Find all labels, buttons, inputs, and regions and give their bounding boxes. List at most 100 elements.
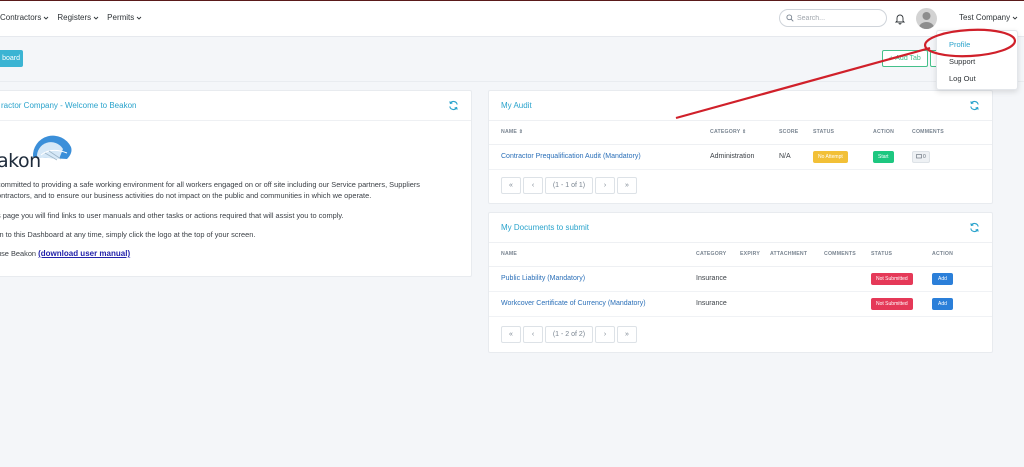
search-icon (786, 14, 794, 22)
doc-action-cell: Add (932, 266, 992, 292)
first-page-button[interactable]: « (501, 177, 521, 194)
status-badge: Not Submitted (871, 272, 913, 285)
search-input[interactable] (797, 14, 877, 22)
col-action: ACTION (932, 243, 992, 267)
add-button[interactable]: Add (932, 272, 953, 285)
doc-attachment (770, 266, 824, 292)
audit-title: My Audit (501, 101, 532, 110)
welcome-title: ractor Company - Welcome to Beakon (1, 101, 137, 110)
table-row: Workcover Certificate of Currency (Manda… (489, 291, 992, 317)
comment-icon (916, 154, 922, 159)
company-name: Test Company (959, 13, 1011, 22)
doc-name-link[interactable]: Public Liability (Mandatory) (489, 266, 696, 292)
chevron-down-icon (1012, 16, 1018, 20)
welcome-card: ractor Company - Welcome to Beakon akon … (0, 90, 472, 277)
next-page-button[interactable]: › (595, 177, 615, 194)
last-page-button[interactable]: » (617, 177, 637, 194)
refresh-icon[interactable] (969, 100, 980, 111)
doc-comments (824, 291, 871, 317)
menu-item-support[interactable]: Support (949, 57, 975, 66)
table-row: Contractor Prequalification Audit (Manda… (489, 144, 992, 170)
audit-category: Administration (710, 144, 779, 170)
doc-expiry (740, 266, 770, 292)
manual-prefix: use Beakon (0, 249, 39, 258)
nav-contractors-label: Contractors (0, 13, 42, 22)
plus-icon: + (889, 55, 894, 62)
chevron-down-icon (93, 16, 99, 20)
doc-category: Insurance (696, 291, 740, 317)
chevron-down-icon (136, 16, 142, 20)
start-button[interactable]: Start (873, 150, 894, 163)
page-info: (1 - 2 of 2) (545, 326, 593, 343)
add-tab-button[interactable]: + Add Tab (882, 50, 928, 67)
page-info: (1 - 1 of 1) (545, 177, 593, 194)
chevron-down-icon (44, 16, 49, 20)
menu-item-profile[interactable]: Profile (949, 40, 970, 49)
beakon-logo-text: akon (0, 150, 41, 172)
last-page-button[interactable]: » (617, 326, 637, 343)
my-documents-card: My Documents to submit NAME CATEGORY EXP… (488, 212, 993, 353)
col-status: STATUS (871, 243, 932, 267)
dashboard-button-label: board (2, 55, 20, 62)
company-menu[interactable]: Test Company (959, 13, 1018, 22)
col-comments: COMMENTS (912, 121, 992, 145)
audit-status-cell: No Attempt (813, 144, 873, 170)
doc-attachment (770, 291, 824, 317)
welcome-line-3: s page you will find links to user manua… (0, 211, 344, 220)
col-score: SCORE (779, 121, 813, 145)
col-category[interactable]: CATEGORY ⇕ (710, 121, 779, 145)
docs-table-header: NAME CATEGORY EXPIRY ATTACHMENT COMMENTS… (489, 243, 992, 267)
col-expiry: EXPIRY (740, 243, 770, 267)
next-page-button[interactable]: › (595, 326, 615, 343)
docs-table: NAME CATEGORY EXPIRY ATTACHMENT COMMENTS… (489, 243, 992, 317)
comments-count: 0 (923, 153, 926, 160)
audit-table: NAME ⇕ CATEGORY ⇕ SCORE STATUS ACTION CO… (489, 121, 992, 170)
nav-registers[interactable]: Registers (57, 13, 99, 22)
first-page-button[interactable]: « (501, 326, 521, 343)
user-dropdown-menu: Profile Support Log Out (936, 30, 1018, 90)
search-box[interactable] (779, 9, 887, 27)
doc-category: Insurance (696, 266, 740, 292)
dashboard-header: board + Add Tab (0, 38, 1024, 82)
col-category: CATEGORY (696, 243, 740, 267)
col-attachment: ATTACHMENT (770, 243, 824, 267)
docs-card-header: My Documents to submit (489, 213, 992, 243)
audit-score: N/A (779, 144, 813, 170)
col-name[interactable]: NAME ⇕ (489, 121, 710, 145)
audit-comments-cell: 0 (912, 144, 992, 170)
table-row: Public Liability (Mandatory) Insurance N… (489, 266, 992, 292)
refresh-icon[interactable] (969, 222, 980, 233)
user-silhouette-icon (918, 12, 935, 29)
comments-button[interactable]: 0 (912, 150, 930, 163)
prev-page-button[interactable]: ‹ (523, 177, 543, 194)
dashboard-button[interactable]: board (0, 50, 23, 67)
audit-action-cell: Start (873, 144, 912, 170)
add-tab-label: Add Tab (895, 55, 921, 62)
status-badge: No Attempt (813, 150, 848, 163)
download-manual-link[interactable]: (download user manual) (38, 249, 130, 258)
doc-action-cell: Add (932, 291, 992, 317)
refresh-icon[interactable] (448, 100, 459, 111)
prev-page-button[interactable]: ‹ (523, 326, 543, 343)
audit-pagination: « ‹ (1 - 1 of 1) › » (501, 177, 639, 194)
doc-name-link[interactable]: Workcover Certificate of Currency (Manda… (489, 291, 696, 317)
welcome-line-4: rn to this Dashboard at any time, simply… (0, 230, 256, 239)
welcome-line-2: ontractors, and to ensure our business a… (0, 191, 372, 200)
nav-contractors[interactable]: Contractors (0, 13, 49, 22)
bell-icon[interactable] (894, 13, 906, 25)
status-badge: Not Submitted (871, 297, 913, 310)
nav-permits[interactable]: Permits (107, 13, 142, 22)
avatar[interactable] (916, 8, 937, 29)
nav-permits-label: Permits (107, 13, 135, 22)
welcome-card-header: ractor Company - Welcome to Beakon (0, 91, 471, 121)
audit-name-link[interactable]: Contractor Prequalification Audit (Manda… (489, 144, 710, 170)
doc-expiry (740, 291, 770, 317)
audit-table-header: NAME ⇕ CATEGORY ⇕ SCORE STATUS ACTION CO… (489, 121, 992, 145)
add-button[interactable]: Add (932, 297, 953, 310)
menu-item-logout[interactable]: Log Out (949, 74, 976, 83)
docs-title: My Documents to submit (501, 223, 590, 232)
welcome-line-1: committed to providing a safe working en… (0, 180, 420, 189)
doc-comments (824, 266, 871, 292)
my-audit-card: My Audit NAME ⇕ CATEGORY ⇕ SCORE STATUS … (488, 90, 993, 204)
main-nav: Contractors Registers Permits (0, 13, 150, 22)
